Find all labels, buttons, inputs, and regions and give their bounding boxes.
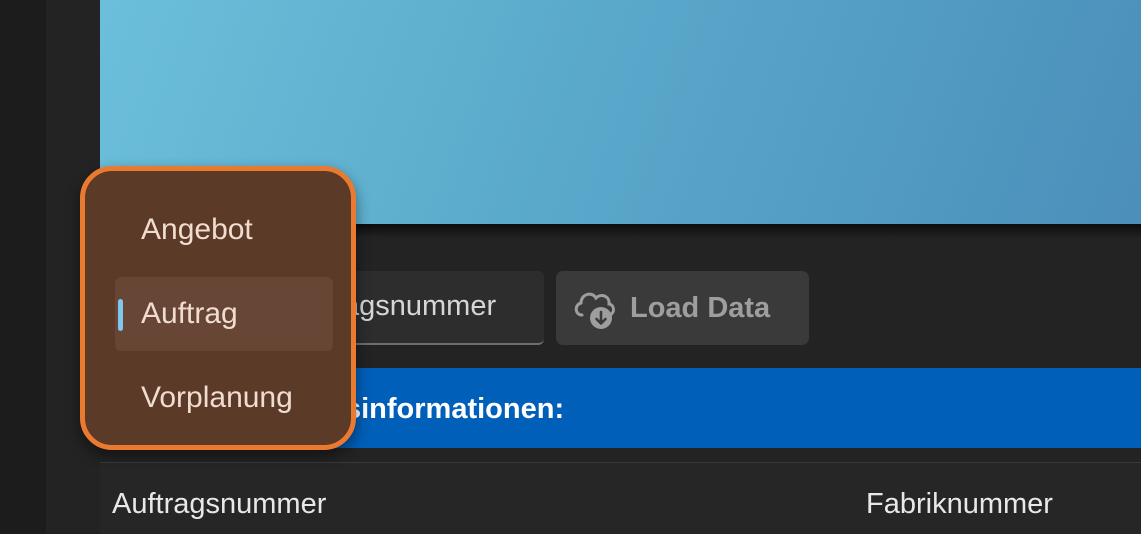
order-type-dropdown: Angebot Auftrag Vorplanung (80, 166, 356, 450)
dropdown-item-angebot[interactable]: Angebot (115, 193, 333, 267)
load-data-button[interactable]: Load Data (556, 271, 809, 345)
left-navigation-rail (0, 0, 46, 533)
selection-indicator (118, 299, 123, 331)
column-header-fabriknummer[interactable]: Fabriknummer (866, 488, 1053, 521)
dropdown-item-label: Angebot (141, 213, 253, 246)
column-header-auftragsnummer[interactable]: Auftragsnummer (112, 488, 326, 521)
dropdown-item-vorplanung[interactable]: Vorplanung (115, 361, 333, 435)
dropdown-item-auftrag[interactable]: Auftrag (115, 277, 333, 351)
load-data-label: Load Data (630, 291, 771, 324)
dropdown-item-label: Auftrag (141, 297, 238, 330)
section-header-title: sinformationen: (345, 393, 565, 425)
order-number-field-text: agsnummer (343, 290, 497, 322)
cloud-download-icon (574, 292, 615, 329)
dropdown-item-label: Vorplanung (141, 381, 293, 414)
